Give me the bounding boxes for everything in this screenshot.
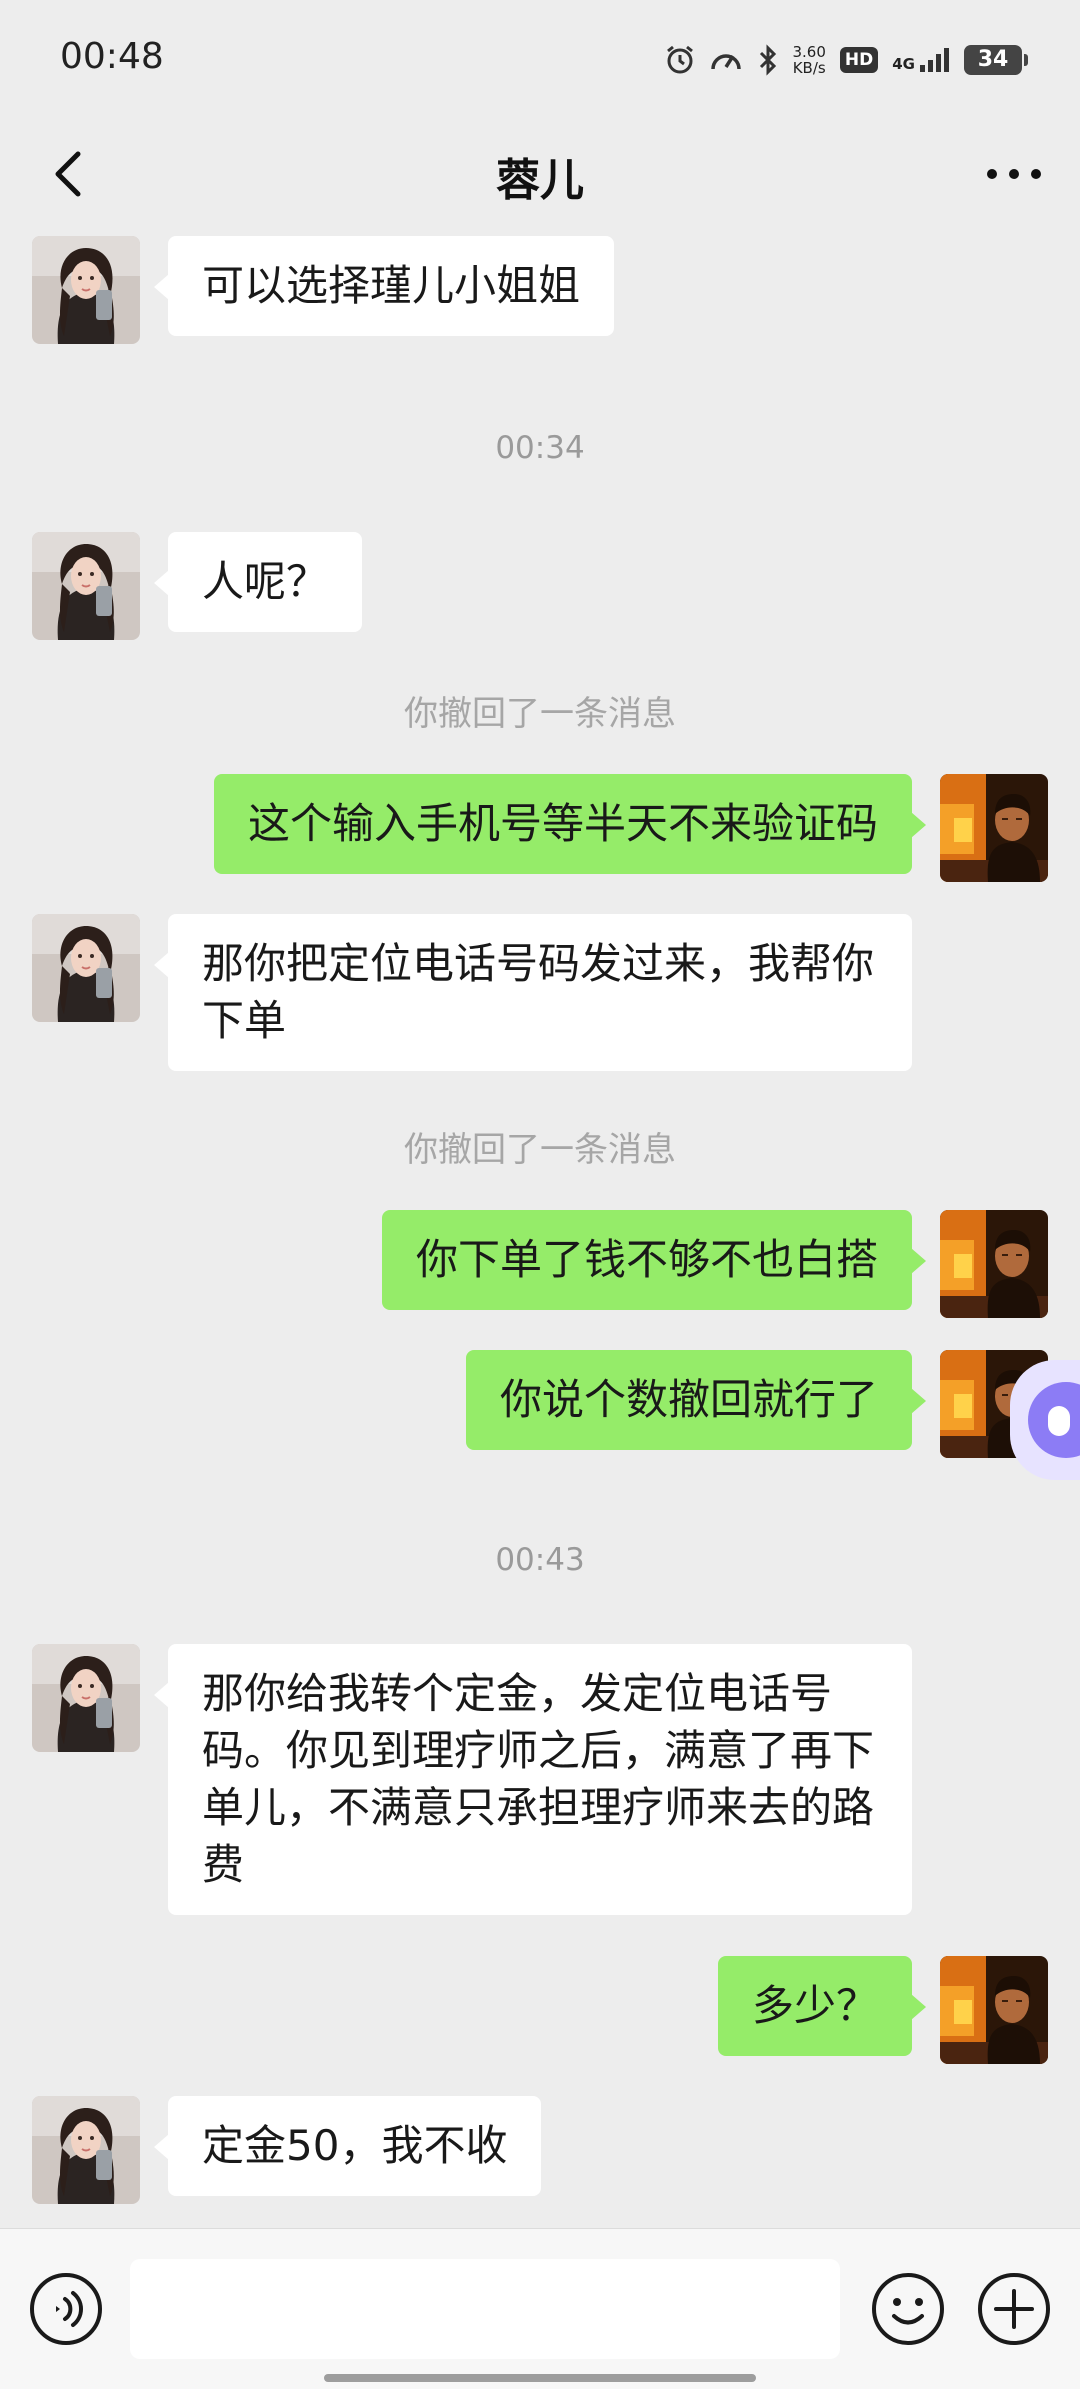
chat-title: 蓉儿 (496, 155, 584, 206)
contact-avatar[interactable] (32, 236, 140, 344)
timestamp: 00:43 (495, 1542, 585, 1578)
voice-button[interactable] (28, 2271, 104, 2347)
network-speed: 3.60 KB/s (793, 44, 826, 76)
input-bar (0, 2228, 1080, 2389)
message-bubble[interactable]: 你说个数撤回就行了 (465, 1350, 927, 1450)
message-bubble[interactable]: 多少？ (717, 1956, 927, 2056)
contact-avatar[interactable] (32, 914, 140, 1022)
assistant-icon (1028, 1382, 1080, 1458)
plus-icon (978, 2273, 1050, 2345)
recall-notice: 你撤回了一条消息 (404, 694, 676, 734)
status-bar: 00:48 3.60 KB/s HD 4G 34 (0, 0, 1080, 120)
chat-header: 蓉儿 (0, 120, 1080, 230)
speedometer-icon (710, 54, 741, 70)
voice-icon (30, 2273, 102, 2345)
message-bubble[interactable]: 你下单了钱不够不也白搭 (381, 1210, 927, 1310)
plus-button[interactable] (976, 2271, 1052, 2347)
contact-avatar[interactable] (32, 532, 140, 640)
home-indicator[interactable] (324, 2374, 756, 2382)
speed-unit: KB/s (792, 59, 826, 77)
message-bubble[interactable]: 可以选择瑾儿小姐姐 (153, 236, 615, 336)
recall-notice: 你撤回了一条消息 (404, 1130, 676, 1170)
floating-assistant-button[interactable] (1010, 1360, 1080, 1480)
my-avatar[interactable] (940, 1210, 1048, 1318)
contact-avatar[interactable] (32, 2096, 140, 2204)
message-bubble[interactable]: 人呢？ (153, 532, 363, 632)
signal-icon: 4G (892, 48, 950, 72)
message-input[interactable] (130, 2259, 840, 2359)
speed-value: 3.60 (792, 43, 826, 61)
status-icons: 3.60 KB/s HD 4G 34 (665, 40, 1028, 80)
more-button[interactable] (976, 136, 1052, 212)
battery-indicator: 34 (964, 45, 1028, 75)
my-avatar[interactable] (940, 1956, 1048, 2064)
emoji-icon (872, 2273, 944, 2345)
alarm-icon (666, 45, 693, 74)
status-time: 00:48 (60, 36, 164, 77)
my-avatar[interactable] (940, 774, 1048, 882)
chat-history[interactable]: 可以选择瑾儿小姐姐 00:34 人呢？ 你撤回了一条消息 这个输入手机号等半天不… (0, 230, 1080, 2228)
message-bubble[interactable]: 定金50，我不收 (153, 2096, 542, 2196)
more-dots-icon (987, 169, 1041, 179)
message-bubble[interactable]: 那你给我转个定金，发定位电话号码。你见到理疗师之后，满意了再下单儿，不满意只承担… (154, 1644, 912, 1915)
bluetooth-icon (759, 44, 776, 76)
contact-avatar[interactable] (32, 1644, 140, 1752)
timestamp: 00:34 (495, 430, 585, 466)
hd-badge: HD (839, 47, 879, 73)
message-bubble[interactable]: 那你把定位电话号码发过来，我帮你下单 (154, 914, 912, 1071)
message-bubble[interactable]: 这个输入手机号等半天不来验证码 (213, 774, 927, 874)
emoji-button[interactable] (870, 2271, 946, 2347)
network-type: 4G (892, 55, 915, 73)
